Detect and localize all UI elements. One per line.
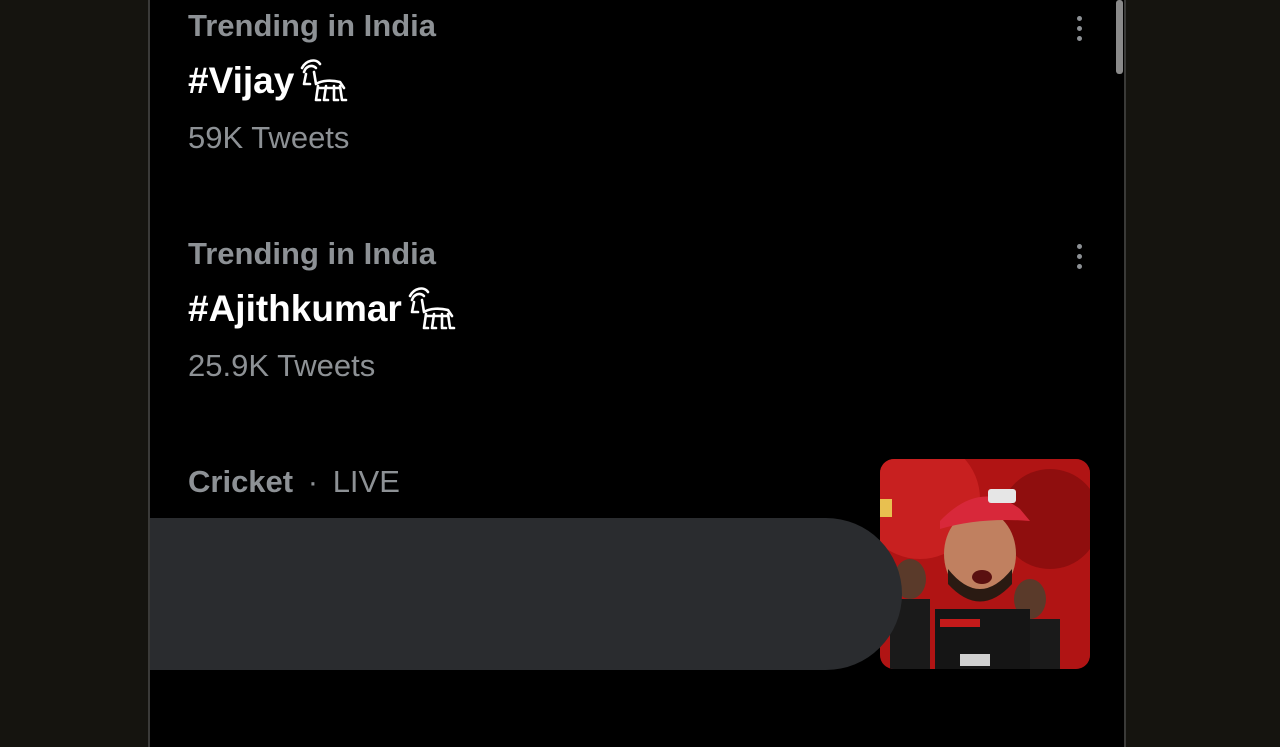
cricket-thumbnail-image[interactable]	[880, 459, 1090, 669]
trends-panel: Trending in India #Vijay 59K Tweets Tren…	[148, 0, 1126, 747]
trend-item-ajithkumar[interactable]: Trending in India #Ajithkumar 25.9K Twee…	[188, 236, 458, 384]
live-label: LIVE	[332, 464, 400, 499]
redaction-overlay	[150, 518, 902, 670]
more-options-icon[interactable]	[1069, 238, 1089, 274]
tweet-count: 25.9K Tweets	[188, 348, 376, 383]
hashtag-text: #Vijay	[188, 60, 295, 101]
player-photo	[880, 459, 1090, 669]
trend-context: Trending in India	[188, 8, 436, 43]
more-options-icon[interactable]	[1069, 10, 1089, 46]
category-label: Cricket	[188, 464, 294, 499]
trend-context: Trending in India	[188, 236, 436, 271]
cricket-live-header[interactable]: Cricket · LIVE	[188, 462, 400, 502]
hashtag-text: #Ajithkumar	[188, 288, 402, 329]
separator: ·	[307, 464, 319, 499]
tweet-count: 59K Tweets	[188, 120, 350, 155]
scrollbar[interactable]	[1116, 0, 1123, 74]
trend-hashtag[interactable]: #Vijay	[188, 54, 436, 108]
goat-emoji-icon	[301, 59, 348, 102]
trend-hashtag[interactable]: #Ajithkumar	[188, 282, 458, 336]
trend-item-vijay[interactable]: Trending in India #Vijay 59K Tweets	[188, 8, 436, 156]
goat-emoji-icon	[408, 287, 456, 330]
